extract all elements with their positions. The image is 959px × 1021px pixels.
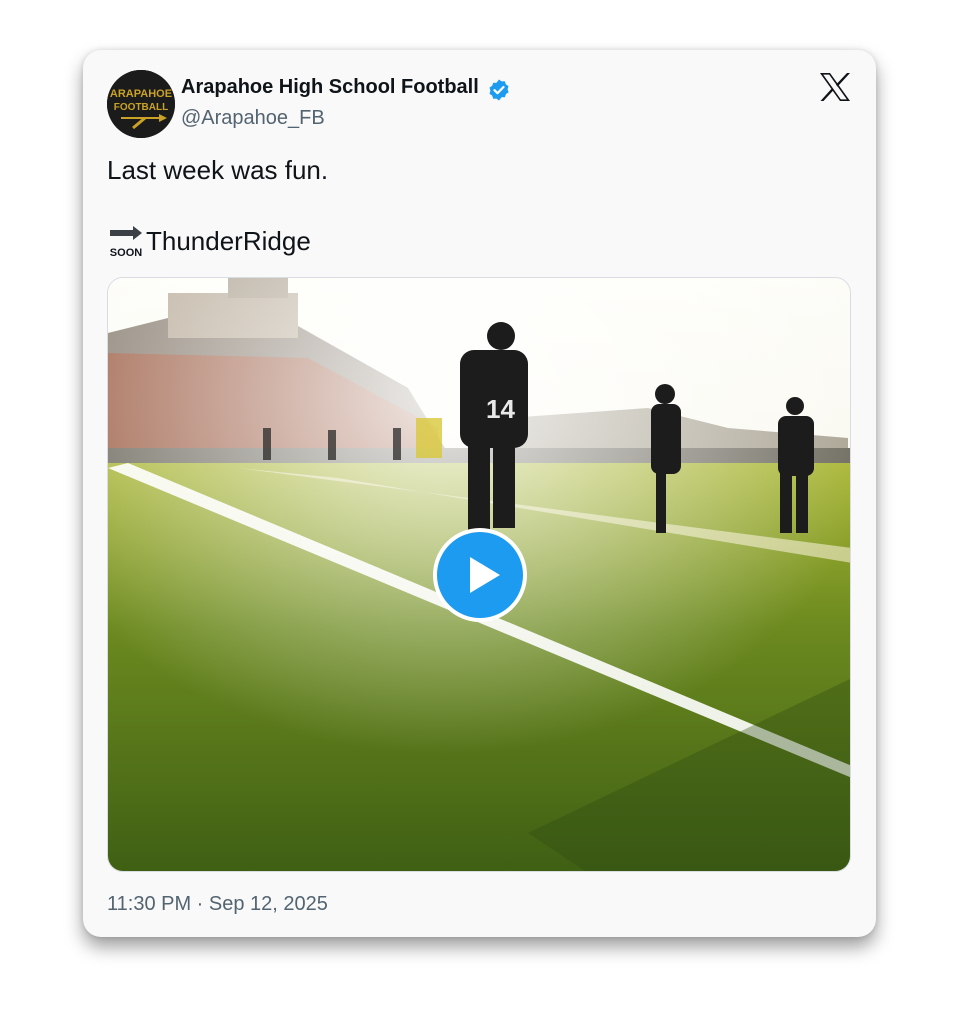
tweet-text-line: Last week was fun. [107,155,329,185]
svg-text:14: 14 [486,394,515,424]
profile-avatar[interactable]: ARAPAHOE FOOTBALL [107,70,175,138]
soon-arrow-icon: SOON [110,226,142,259]
play-button[interactable] [433,528,527,622]
video-media[interactable]: 14 [107,277,851,872]
verified-badge-icon [489,79,509,101]
author-handle[interactable]: @Arapahoe_FB [181,107,325,130]
tweet-timestamp[interactable]: 11:30 PM · Sep 12, 2025 [107,893,328,916]
tweet-card: ARAPAHOE FOOTBALL Arapahoe High School F… [83,50,876,937]
soon-label: SOON [110,247,142,259]
author-name[interactable]: Arapahoe High School Football [181,76,479,99]
x-logo-icon[interactable] [819,72,851,102]
avatar-text-top: ARAPAHOE [110,88,172,100]
avatar-text-bottom: FOOTBALL [114,102,168,113]
tweet-hashtag-text[interactable]: ThunderRidge [146,226,311,257]
play-icon [470,557,500,593]
